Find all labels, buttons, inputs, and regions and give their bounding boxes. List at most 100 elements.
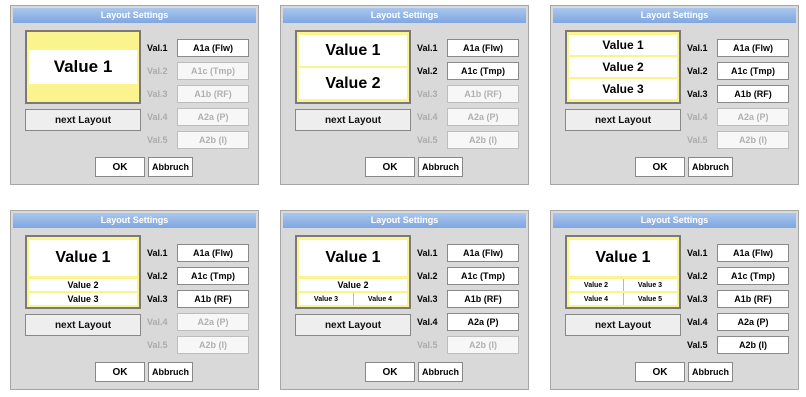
cancel-button[interactable]: Abbruch <box>418 157 463 177</box>
val-4-select[interactable]: A2a (P) <box>447 108 519 126</box>
val-4-label: Val.4 <box>687 112 708 122</box>
val-2-label: Val.2 <box>147 271 168 281</box>
ok-button[interactable]: OK <box>95 362 145 382</box>
val-4-label: Val.4 <box>147 317 168 327</box>
val-1-select[interactable]: A1a (Flw) <box>447 39 519 57</box>
ok-button[interactable]: OK <box>365 157 415 177</box>
val-2-select[interactable]: A1c (Tmp) <box>447 62 519 80</box>
val-1-label: Val.1 <box>417 248 438 258</box>
dialog-title: Layout Settings <box>13 8 256 23</box>
cancel-button[interactable]: Abbruch <box>148 157 193 177</box>
layout-settings-dialog: Layout Settings Value 1 Value 2 Value 3 … <box>10 210 259 390</box>
val-4-label: Val.4 <box>687 317 708 327</box>
preview-value-1: Value 1 <box>569 35 677 55</box>
ok-button[interactable]: OK <box>635 362 685 382</box>
val-4-label: Val.4 <box>417 317 438 327</box>
val-2-label: Val.2 <box>417 66 438 76</box>
val-3-select[interactable]: A1b (RF) <box>177 290 249 308</box>
next-layout-button[interactable]: next Layout <box>295 109 411 131</box>
cancel-button[interactable]: Abbruch <box>688 362 733 382</box>
val-5-label: Val.5 <box>687 340 708 350</box>
dialog-title: Layout Settings <box>283 213 526 228</box>
val-1-select[interactable]: A1a (Flw) <box>717 39 789 57</box>
val-4-select[interactable]: A2a (P) <box>717 108 789 126</box>
val-2-select[interactable]: A1c (Tmp) <box>177 62 249 80</box>
val-4-select[interactable]: A2a (P) <box>447 313 519 331</box>
val-3-label: Val.3 <box>417 294 438 304</box>
val-5-label: Val.5 <box>417 340 438 350</box>
next-layout-button[interactable]: next Layout <box>25 109 141 131</box>
val-2-select[interactable]: A1c (Tmp) <box>717 62 789 80</box>
next-layout-button[interactable]: next Layout <box>25 314 141 336</box>
val-1-label: Val.1 <box>147 248 168 258</box>
val-5-label: Val.5 <box>687 135 708 145</box>
val-4-select[interactable]: A2a (P) <box>177 108 249 126</box>
dialog-title: Layout Settings <box>553 213 796 228</box>
val-3-label: Val.3 <box>687 294 708 304</box>
layout-settings-dialog: Layout Settings Value 1 Value 2 Value 3 … <box>550 210 799 390</box>
val-2-select[interactable]: A1c (Tmp) <box>717 267 789 285</box>
val-5-select[interactable]: A2b (I) <box>177 336 249 354</box>
val-1-label: Val.1 <box>417 43 438 53</box>
val-2-label: Val.2 <box>417 271 438 281</box>
preview-quad-row: Value 4 Value 5 <box>569 293 677 305</box>
layout-preview: Value 1 <box>25 30 141 104</box>
preview-value-1: Value 1 <box>29 50 137 84</box>
next-layout-button[interactable]: next Layout <box>295 314 411 336</box>
val-2-select[interactable]: A1c (Tmp) <box>447 267 519 285</box>
cancel-button[interactable]: Abbruch <box>418 362 463 382</box>
val-3-label: Val.3 <box>147 89 168 99</box>
val-1-select[interactable]: A1a (Flw) <box>447 244 519 262</box>
layout-settings-dialog: Layout Settings Value 1 next Layout Val.… <box>10 5 259 185</box>
next-layout-button[interactable]: next Layout <box>565 314 681 336</box>
val-5-select[interactable]: A2b (I) <box>447 131 519 149</box>
val-3-select[interactable]: A1b (RF) <box>717 85 789 103</box>
val-3-select[interactable]: A1b (RF) <box>177 85 249 103</box>
val-3-select[interactable]: A1b (RF) <box>717 290 789 308</box>
val-2-select[interactable]: A1c (Tmp) <box>177 267 249 285</box>
preview-value-4: Value 4 <box>569 293 624 305</box>
val-2-label: Val.2 <box>687 66 708 76</box>
layout-preview: Value 1 Value 2 Value 3 <box>565 30 681 104</box>
val-5-label: Val.5 <box>417 135 438 145</box>
val-5-select[interactable]: A2b (I) <box>447 336 519 354</box>
layout-preview: Value 1 Value 2 Value 3 Value 4 <box>295 235 411 309</box>
ok-button[interactable]: OK <box>365 362 415 382</box>
layout-preview: Value 1 Value 2 Value 3 <box>25 235 141 309</box>
val-1-select[interactable]: A1a (Flw) <box>177 39 249 57</box>
preview-value-2: Value 2 <box>299 279 407 291</box>
preview-value-1: Value 1 <box>569 240 677 276</box>
preview-value-3: Value 3 <box>299 293 354 305</box>
val-3-select[interactable]: A1b (RF) <box>447 290 519 308</box>
next-layout-button[interactable]: next Layout <box>565 109 681 131</box>
val-5-select[interactable]: A2b (I) <box>717 336 789 354</box>
layout-preview: Value 1 Value 2 Value 3 Value 4 Value 5 <box>565 235 681 309</box>
preview-value-5: Value 5 <box>637 295 663 303</box>
val-3-select[interactable]: A1b (RF) <box>447 85 519 103</box>
val-4-select[interactable]: A2a (P) <box>717 313 789 331</box>
ok-button[interactable]: OK <box>635 157 685 177</box>
preview-value-4: Value 4 <box>367 295 393 303</box>
preview-value-2: Value 2 <box>29 279 137 291</box>
val-4-label: Val.4 <box>147 112 168 122</box>
cancel-button[interactable]: Abbruch <box>148 362 193 382</box>
val-1-select[interactable]: A1a (Flw) <box>717 244 789 262</box>
val-2-label: Val.2 <box>687 271 708 281</box>
ok-button[interactable]: OK <box>95 157 145 177</box>
val-2-label: Val.2 <box>147 66 168 76</box>
preview-value-3: Value 3 <box>29 293 137 305</box>
preview-quad-row: Value 2 Value 3 <box>569 279 677 291</box>
layout-settings-dialog: Layout Settings Value 1 Value 2 next Lay… <box>280 5 529 185</box>
dialog-title: Layout Settings <box>553 8 796 23</box>
val-5-select[interactable]: A2b (I) <box>177 131 249 149</box>
val-3-label: Val.3 <box>687 89 708 99</box>
val-4-select[interactable]: A2a (P) <box>177 313 249 331</box>
layout-settings-dialog: Layout Settings Value 1 Value 2 Value 3 … <box>280 210 529 390</box>
val-4-label: Val.4 <box>417 112 438 122</box>
val-1-label: Val.1 <box>687 248 708 258</box>
cancel-button[interactable]: Abbruch <box>688 157 733 177</box>
preview-value-1: Value 1 <box>29 240 137 276</box>
val-5-select[interactable]: A2b (I) <box>717 131 789 149</box>
val-1-select[interactable]: A1a (Flw) <box>177 244 249 262</box>
val-3-label: Val.3 <box>417 89 438 99</box>
